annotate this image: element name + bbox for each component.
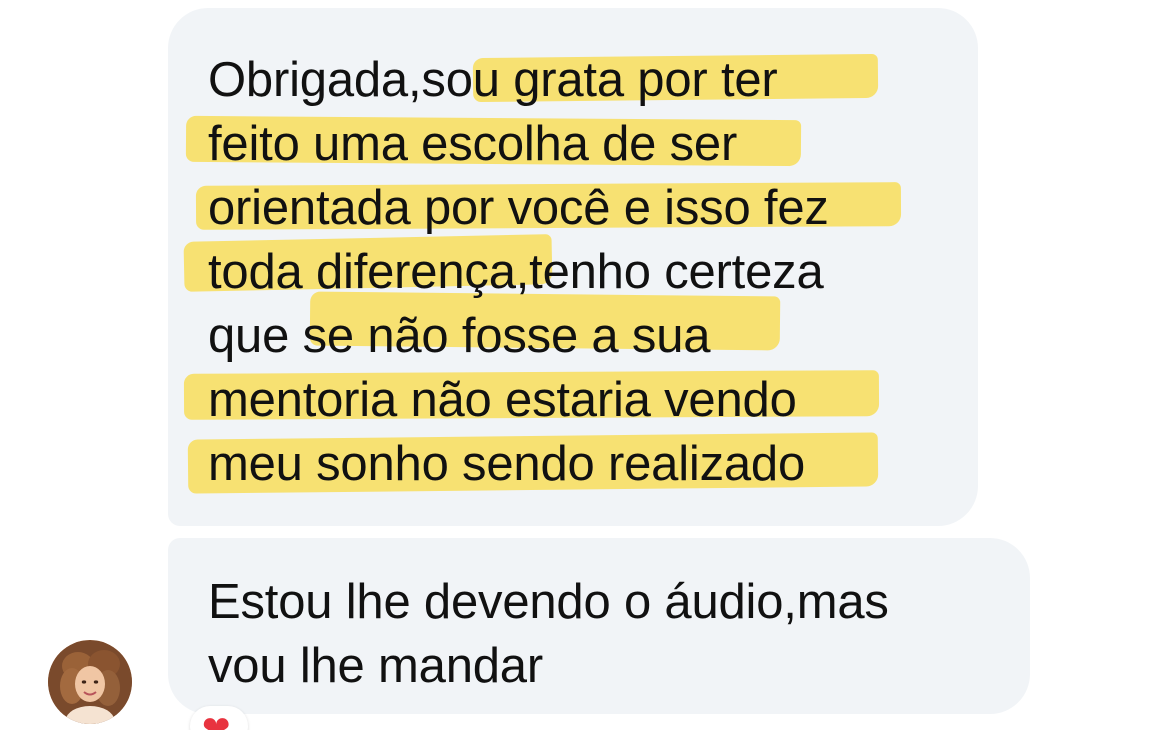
message-bubble[interactable]: Estou lhe devendo o áudio,mas vou lhe ma… xyxy=(168,538,1030,714)
heart-icon: ❤ xyxy=(202,709,231,730)
message-text-line: mentoria não estaria vendo xyxy=(208,373,797,427)
message-text-line: feito uma escolha de ser xyxy=(208,117,738,171)
message-text-line: que se não fosse a sua xyxy=(208,309,711,363)
reaction-badge[interactable]: ❤ xyxy=(190,706,248,730)
avatar[interactable] xyxy=(48,640,132,724)
message-text-line: vou lhe mandar xyxy=(208,639,543,693)
message-bubble[interactable]: Obrigada,sou grata por ter feito uma esc… xyxy=(168,8,978,526)
message-text-line: toda diferença,tenho certeza xyxy=(208,245,824,299)
message-text-line: orientada por você e isso fez xyxy=(208,181,829,235)
message-text-line: Obrigada,sou grata por ter xyxy=(208,53,778,107)
avatar-image xyxy=(48,640,132,724)
message-text-line: meu sonho sendo realizado xyxy=(208,437,806,491)
chat-conversation: Obrigada,sou grata por ter feito uma esc… xyxy=(0,0,1170,730)
message-text-line: Estou lhe devendo o áudio,mas xyxy=(208,575,889,629)
